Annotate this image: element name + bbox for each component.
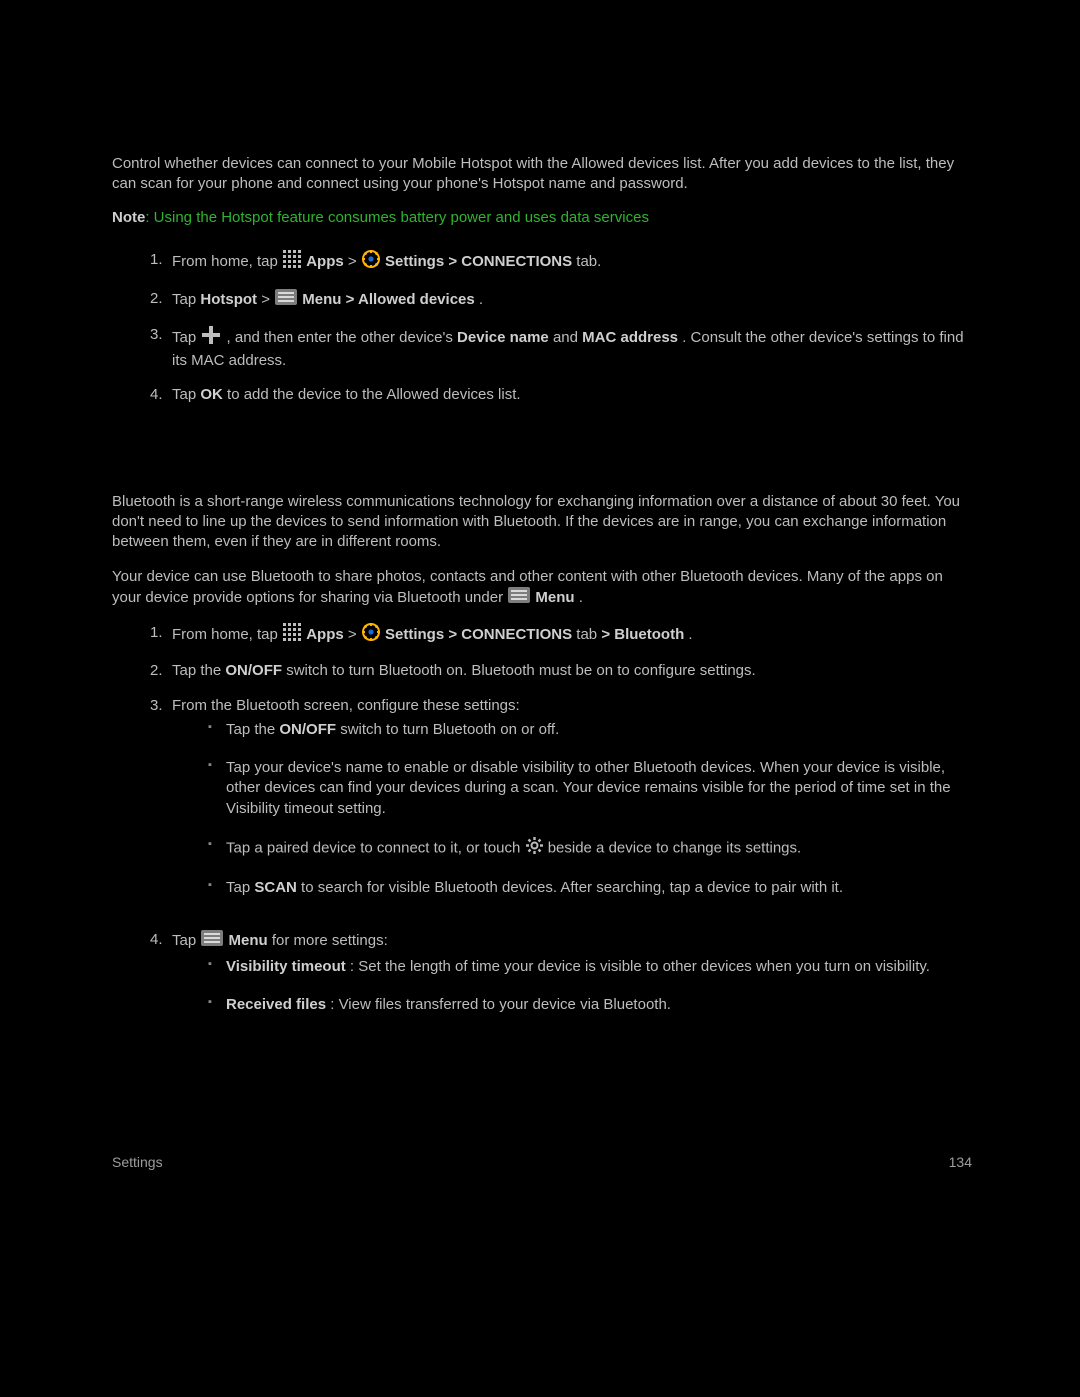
bt-bullet-paired: Tap a paired device to connect to it, or… — [208, 837, 975, 878]
apps-icon — [283, 623, 301, 647]
manual-page: Allowed Devices Control whether devices … — [0, 0, 1080, 1397]
bt-step-1: From home, tap Apps > Settings > CONNECT… — [150, 623, 975, 661]
bt-step-2: Tap the ON/OFF switch to turn Bluetooth … — [150, 661, 975, 695]
bt-bullet-onoff: Tap the ON/OFF switch to turn Bluetooth … — [208, 720, 975, 758]
bt-steps: From home, tap Apps > Settings > CONNECT… — [112, 623, 975, 1047]
bt-bullet-visibility: Tap your device's name to enable or disa… — [208, 758, 975, 837]
menu-icon — [508, 587, 530, 609]
page-number: 134 — [949, 1153, 972, 1172]
bt-step-4: Tap Menu for more settings: Visibility t… — [150, 930, 975, 1047]
bt-menu-list: Visibility timeout : Set the length of t… — [172, 957, 975, 1034]
heading-bluetooth: Bluetooth Settings — [112, 448, 975, 476]
allowed-step-2: Tap Hotspot > Menu > Allowed devices . — [150, 289, 975, 325]
bt-bullet-scan: Tap SCAN to search for visible Bluetooth… — [208, 878, 975, 916]
menu-icon — [201, 930, 223, 952]
note-body: : Using the Hotspot feature consumes bat… — [145, 209, 649, 226]
allowed-step-4: Tap OK to add the device to the Allowed … — [150, 385, 975, 419]
note-line: Note: Using the Hotspot feature consumes… — [112, 208, 975, 228]
plus-icon — [201, 325, 221, 351]
settings-gear-icon — [362, 250, 380, 274]
intro-paragraph: Control whether devices can connect to y… — [112, 154, 975, 195]
bt-settings-list: Tap the ON/OFF switch to turn Bluetooth … — [172, 720, 975, 917]
gear-icon — [526, 837, 543, 860]
bt-bullet-vistimeout: Visibility timeout : Set the length of t… — [208, 957, 975, 995]
settings-gear-icon — [362, 623, 380, 647]
section-allowed-devices: Allowed Devices Control whether devices … — [0, 110, 1080, 1047]
menu-icon — [275, 289, 297, 311]
apps-icon — [283, 250, 301, 274]
allowed-steps: From home, tap Apps > Settings > CONNECT… — [112, 250, 975, 419]
heading-allowed: Allowed Devices — [112, 110, 975, 136]
bt-step-3: From the Bluetooth screen, configure the… — [150, 696, 975, 931]
footer-section: Settings — [112, 1154, 163, 1170]
allowed-step-3: Tap , and then enter the other device's … — [150, 325, 975, 386]
allowed-step-1: From home, tap Apps > Settings > CONNECT… — [150, 250, 975, 288]
bt-share-paragraph: Your device can use Bluetooth to share p… — [112, 567, 975, 610]
page-footer: Settings 134 — [112, 1153, 972, 1172]
bt-bullet-received: Received files : View files transferred … — [208, 995, 975, 1033]
note-label: Note — [112, 209, 145, 226]
bt-intro: Bluetooth is a short-range wireless comm… — [112, 492, 975, 553]
